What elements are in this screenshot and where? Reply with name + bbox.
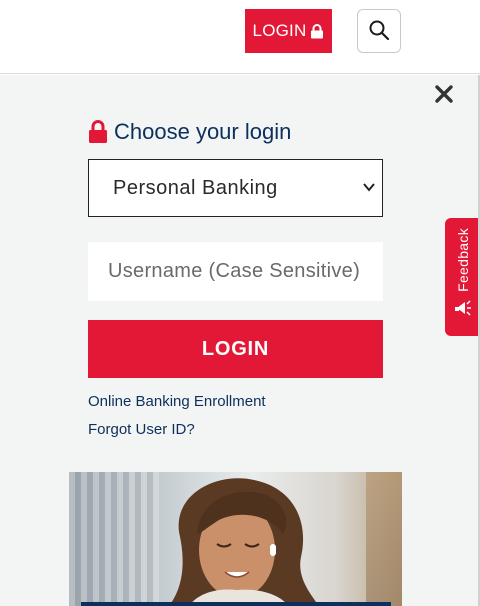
username-input[interactable] xyxy=(88,242,383,301)
lock-icon xyxy=(88,120,108,144)
account-type-select[interactable]: Personal Banking xyxy=(88,159,383,217)
megaphone-icon xyxy=(454,298,472,316)
login-button[interactable]: LOGIN xyxy=(88,320,383,378)
promo-bottom-bar xyxy=(81,602,391,606)
forgot-user-id-link[interactable]: Forgot User ID? xyxy=(88,421,195,438)
header-login-label: LOGIN xyxy=(252,21,307,40)
feedback-tab[interactable]: Feedback xyxy=(445,218,480,336)
woman-with-earbuds-illustration xyxy=(169,478,319,606)
login-title: Choose your login xyxy=(88,117,291,147)
search-icon xyxy=(368,19,390,44)
login-title-text: Choose your login xyxy=(114,119,292,144)
search-button[interactable] xyxy=(357,9,401,53)
close-icon xyxy=(434,84,454,109)
lock-icon xyxy=(310,23,324,39)
site-header: LOGIN xyxy=(0,0,480,74)
online-banking-enrollment-link[interactable]: Online Banking Enrollment xyxy=(88,393,266,410)
account-type-value: Personal Banking xyxy=(113,176,278,199)
login-panel: Choose your login Personal Banking LOGIN… xyxy=(0,75,480,606)
header-login-button[interactable]: LOGIN xyxy=(245,9,332,53)
close-button[interactable] xyxy=(432,84,456,108)
promo-image xyxy=(69,472,402,606)
chevron-down-icon xyxy=(362,180,376,199)
feedback-label: Feedback xyxy=(454,228,471,292)
